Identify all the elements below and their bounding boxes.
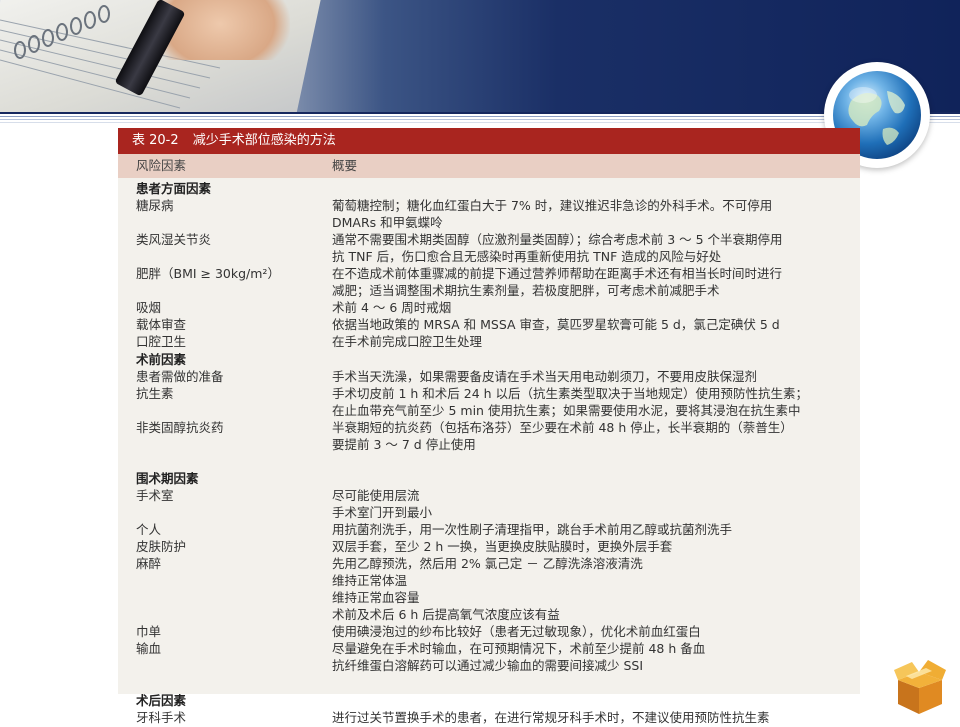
table-number: 表 20-2: [132, 133, 179, 148]
summary-cell: 通常不需要围术期类固醇（应激剂量类固醇）；综合考虑术前 3 ～ 5 个半衰期停用: [332, 232, 783, 248]
factor-cell: 口腔卫生: [136, 334, 187, 350]
factor-cell: 个人: [136, 522, 162, 537]
gift-box-icon: [894, 660, 946, 714]
table-row: 手术室门开到最小: [118, 504, 860, 522]
summary-cell: 半衰期短的抗炎药（包括布洛芬）至少要在术前 48 h 停止，长半衰期的（萘普生）: [332, 419, 793, 435]
table-row: [118, 453, 860, 471]
summary-cell: 依据当地政策的 MRSA 和 MSSA 审查，莫匹罗星软膏可能 5 d，氯己定碘…: [332, 317, 780, 333]
table-row: 手术室 尽可能使用层流: [118, 487, 860, 505]
table-row: 糖尿病 葡萄糖控制；糖化血红蛋白大于 7% 时，建议推迟非急诊的外科手术。不可停用: [118, 197, 860, 215]
section-header-row: 术前因素: [118, 351, 860, 369]
table-row: 个人 用抗菌剂洗手，用一次性刷子清理指甲，跳台手术前用乙醇或抗菌剂洗手: [118, 521, 860, 539]
column-header-summary: 概要: [332, 158, 358, 173]
summary-cell: 尽量避免在手术时输血，在可预期情况下，术前至少提前 48 h 备血: [332, 641, 706, 657]
column-header-factor: 风险因素: [136, 158, 187, 173]
section-title: 患者方面因素: [136, 181, 212, 196]
table-row: 非类固醇抗炎药 半衰期短的抗炎药（包括布洛芬）至少要在术前 48 h 停止，长半衰…: [118, 419, 860, 437]
banner-divider: [0, 112, 960, 123]
summary-cell: 术前及术后 6 h 后提高氧气浓度应该有益: [332, 607, 560, 623]
summary-cell: 手术当天洗澡，如果需要备皮请在手术当天用电动剃须刀，不要用皮肤保湿剂: [332, 368, 758, 384]
section-title: 术前因素: [136, 351, 187, 367]
table-row: 在止血带充气前至少 5 min 使用抗生素；如果需要使用水泥，要将其浸泡在抗生素…: [118, 402, 860, 420]
summary-cell: 使用碘浸泡过的纱布比较好（患者无过敏现象），优化术前血红蛋白: [332, 624, 701, 640]
factor-cell: 载体审查: [136, 317, 187, 333]
factor-cell: 巾单: [136, 624, 162, 640]
table-row: 维持正常体温: [118, 572, 860, 590]
factor-cell: 吸烟: [136, 300, 162, 316]
table-row: 抗 TNF 后，伤口愈合且无感染时再重新使用抗 TNF 造成的风险与好处: [118, 248, 860, 266]
factor-cell: 非类固醇抗炎药: [136, 419, 224, 435]
table-row: 口腔卫生 在手术前完成口腔卫生处理: [118, 333, 860, 351]
section-header-row: 患者方面因素: [118, 180, 860, 198]
factor-cell: 患者需做的准备: [136, 368, 224, 384]
summary-cell: 术前 4 ～ 6 周时戒烟: [332, 300, 452, 316]
table-row: 抗生素 手术切皮前 1 h 和术后 24 h 以后（抗生素类型取决于当地规定）使用…: [118, 385, 860, 403]
table-row: [118, 674, 860, 692]
summary-cell: DMARs 和甲氨蝶呤: [332, 215, 443, 231]
table-title: 减少手术部位感染的方法: [192, 133, 336, 148]
section-title: 围术期因素: [136, 470, 199, 486]
summary-cell: 抗 TNF 后，伤口愈合且无感染时再重新使用抗 TNF 造成的风险与好处: [332, 249, 722, 265]
summary-cell: 维持正常血容量: [332, 590, 420, 606]
summary-cell: 要提前 3 ～ 7 d 停止使用: [332, 436, 476, 452]
header-banner: [0, 0, 960, 112]
table-document: 表 20-2 减少手术部位感染的方法 风险因素 概要 患者方面因素 糖尿病 葡萄糖控…: [118, 128, 860, 725]
summary-cell: 尽可能使用层流: [332, 487, 420, 503]
table-header-row: 风险因素 概要: [118, 154, 860, 178]
summary-cell: 用抗菌剂洗手，用一次性刷子清理指甲，跳台手术前用乙醇或抗菌剂洗手: [332, 522, 733, 537]
summary-cell: 维持正常体温: [332, 573, 408, 589]
factor-cell: 类风湿关节炎: [136, 232, 212, 248]
table-row: 吸烟 术前 4 ～ 6 周时戒烟: [118, 299, 860, 317]
table-row: DMARs 和甲氨蝶呤: [118, 214, 860, 232]
factor-cell: 牙科手术: [136, 709, 187, 725]
table-row: 抗纤维蛋白溶解药可以通过减少输血的需要间接减少 SSI: [118, 657, 860, 675]
table-row: 麻醉 先用乙醇预洗，然后用 2% 氯己定 － 乙醇洗涤溶液清洗: [118, 555, 860, 573]
factor-cell: 抗生素: [136, 385, 174, 401]
table-row: 皮肤防护 双层手套，至少 2 h 一换，当更换皮肤贴膜时，更换外层手套: [118, 538, 860, 556]
factor-cell: 手术室: [136, 487, 174, 503]
summary-cell: 在止血带充气前至少 5 min 使用抗生素；如果需要使用水泥，要将其浸泡在抗生素…: [332, 402, 801, 418]
summary-cell: 减肥；适当调整围术期抗生素剂量，若极度肥胖，可考虑术前减肥手术: [332, 283, 720, 299]
summary-cell: 手术切皮前 1 h 和术后 24 h 以后（抗生素类型取决于当地规定）使用预防性…: [332, 385, 809, 401]
summary-cell: 先用乙醇预洗，然后用 2% 氯己定 － 乙醇洗涤溶液清洗: [332, 556, 643, 572]
summary-cell: 手术室门开到最小: [332, 504, 433, 520]
summary-cell: 抗纤维蛋白溶解药可以通过减少输血的需要间接减少 SSI: [332, 658, 644, 674]
table-row: 维持正常血容量: [118, 589, 860, 607]
table-row: 载体审查 依据当地政策的 MRSA 和 MSSA 审查，莫匹罗星软膏可能 5 d，…: [118, 316, 860, 334]
summary-cell: 进行过关节置换手术的患者，在进行常规牙科手术时，不建议使用预防性抗生素: [332, 709, 770, 725]
factor-cell: 肥胖（BMI ≥ 30kg/m²）: [136, 266, 280, 282]
factor-cell: 输血: [136, 641, 162, 657]
section-header-row: 围术期因素: [118, 470, 860, 488]
table-row: 患者需做的准备 手术当天洗澡，如果需要备皮请在手术当天用电动剃须刀，不要用皮肤保湿…: [118, 368, 860, 386]
table-row: 巾单 使用碘浸泡过的纱布比较好（患者无过敏现象），优化术前血红蛋白: [118, 623, 860, 641]
summary-cell: 在手术前完成口腔卫生处理: [332, 334, 483, 350]
table-row: 牙科手术 进行过关节置换手术的患者，在进行常规牙科手术时，不建议使用预防性抗生素: [118, 709, 860, 727]
section-title: 术后因素: [136, 692, 187, 708]
summary-cell: 在不造成术前体重骤减的前提下通过营养师帮助在距离手术还有相当长时间时进行: [332, 266, 783, 282]
factor-cell: 麻醉: [136, 556, 162, 572]
table-row: 肥胖（BMI ≥ 30kg/m²） 在不造成术前体重骤减的前提下通过营养师帮助在距…: [118, 265, 860, 283]
summary-cell: 葡萄糖控制；糖化血红蛋白大于 7% 时，建议推迟非急诊的外科手术。不可停用: [332, 198, 773, 214]
section-header-row: 术后因素: [118, 692, 860, 710]
table-row: 减肥；适当调整围术期抗生素剂量，若极度肥胖，可考虑术前减肥手术: [118, 282, 860, 300]
table-row: 要提前 3 ～ 7 d 停止使用: [118, 436, 860, 454]
factor-cell: 糖尿病: [136, 198, 174, 214]
table-row: 输血 尽量避免在手术时输血，在可预期情况下，术前至少提前 48 h 备血: [118, 640, 860, 658]
factor-cell: 皮肤防护: [136, 539, 187, 555]
table-caption: 表 20-2 减少手术部位感染的方法: [118, 128, 860, 154]
table-row: 类风湿关节炎 通常不需要围术期类固醇（应激剂量类固醇）；综合考虑术前 3 ～ 5 …: [118, 231, 860, 249]
summary-cell: 双层手套，至少 2 h 一换，当更换皮肤贴膜时，更换外层手套: [332, 539, 673, 555]
table-row: 术前及术后 6 h 后提高氧气浓度应该有益: [118, 606, 860, 624]
